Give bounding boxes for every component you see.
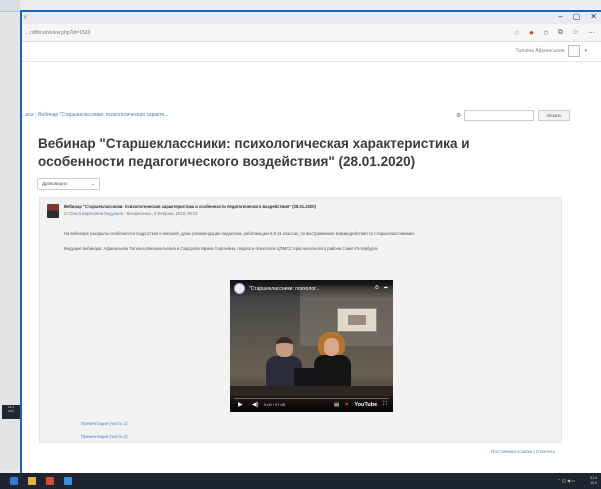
author-link[interactable]: Ольга Борисовна Кедулина xyxy=(69,211,123,216)
url-text[interactable]: ...rd/forum/view.php?id=1520 xyxy=(26,30,90,36)
profile-icon[interactable]: ☺ xyxy=(572,29,579,36)
search-button[interactable]: Искать xyxy=(538,110,571,121)
author-avatar[interactable] xyxy=(47,204,59,218)
post-actions: Постоянная ссылка | Ответить xyxy=(491,449,555,454)
forum-post: Вебинар "Старшеклассники: психологическа… xyxy=(39,197,562,454)
volume-icon[interactable]: ◀) xyxy=(252,401,259,408)
bookmark-icon[interactable]: ✩ xyxy=(543,29,549,37)
display-mode-value: Древовидно xyxy=(42,181,68,186)
user-name[interactable]: Татьяна Афанасьева xyxy=(515,48,564,54)
address-bar[interactable]: ...rd/forum/view.php?id=1520 ☆ ● ✩ ⧉ ☺ ⋯ xyxy=(22,24,601,42)
gear-icon[interactable]: ⚙ xyxy=(456,112,461,119)
youtube-logo[interactable]: YouTube xyxy=(354,402,377,408)
wall-picture xyxy=(337,308,377,332)
video-controls: ▶ ◀) 0:00 / 57:08 ▤ ♥ YouTube ⛶ xyxy=(230,396,393,412)
share-icon[interactable]: ➦ xyxy=(384,285,388,291)
post-paragraph: На вебинаре раскрыты особенности подрост… xyxy=(64,231,415,236)
star-icon[interactable]: ☆ xyxy=(514,29,520,37)
reply-link[interactable]: Ответить xyxy=(536,449,555,454)
menu-icon[interactable]: ⋯ xyxy=(588,29,595,37)
watch-later-icon[interactable]: ⏱ xyxy=(375,285,379,291)
background-clock: 21:4 10.0 xyxy=(2,405,20,419)
video-top-buttons: ⏱ ➦ xyxy=(375,285,388,291)
avatar[interactable] xyxy=(568,45,581,57)
video-title-bar: "Старшеклассники: психолог... ⏱ ➦ xyxy=(230,280,393,298)
forum-search: ⚙ Искать xyxy=(456,110,571,121)
play-icon[interactable]: ▶ xyxy=(238,401,243,408)
maximize-button[interactable]: ▢ xyxy=(573,12,581,21)
subtitles-icon[interactable]: ▤ xyxy=(334,402,339,408)
channel-avatar[interactable] xyxy=(234,283,245,294)
chevron-down-icon[interactable]: ▾ xyxy=(584,48,587,54)
video-right-controls: ▤ ♥ YouTube ⛶ xyxy=(334,401,387,408)
permalink-link[interactable]: Постоянная ссылка xyxy=(491,449,532,454)
taskbar-clock[interactable]: 21:4 10.0 xyxy=(590,476,597,486)
chevron-down-icon: ⌄ xyxy=(90,181,95,187)
display-mode-select[interactable]: Древовидно ⌄ xyxy=(37,178,100,190)
collections-icon[interactable]: ⧉ xyxy=(558,29,563,37)
window-controls: – ▢ ✕ xyxy=(558,12,597,21)
close-button[interactable]: ✕ xyxy=(590,12,597,21)
author-prefix: от xyxy=(64,211,69,216)
start-icon[interactable] xyxy=(10,477,18,485)
background-window-edge xyxy=(0,0,20,12)
site-user-bar: Татьяна Афанасьева ▾ xyxy=(22,42,601,62)
post-subject: Вебинар "Старшеклассники: психологическа… xyxy=(64,204,316,209)
video-time: 0:00 / 57:08 xyxy=(264,402,286,407)
user-menu[interactable]: Татьяна Афанасьева ▾ xyxy=(515,45,587,57)
page-title: Вебинар "Старшеклассники: психологическа… xyxy=(38,136,470,169)
browser-window: ‹ – ▢ ✕ ...rd/forum/view.php?id=1520 ☆ ●… xyxy=(20,10,601,473)
fullscreen-icon[interactable]: ⛶ xyxy=(383,401,387,408)
system-tray[interactable]: ⌃ ◱ ◀ ▭ xyxy=(558,478,575,483)
breadcrumb[interactable]: ...кса › Вебинар "Старшеклассники: психо… xyxy=(22,112,169,118)
video-frame xyxy=(230,280,393,412)
explorer-icon[interactable] xyxy=(28,477,36,485)
desktop-background: 21:4 10.0 xyxy=(0,0,20,470)
browser-taskbar-icon[interactable] xyxy=(64,477,72,485)
heart-icon[interactable]: ♥ xyxy=(345,402,348,408)
title-bar: ‹ – ▢ ✕ xyxy=(22,12,601,24)
post-byline: от Ольга Борисовна Кедулина - Воскресень… xyxy=(64,211,198,216)
post-date: Воскресенье, 9 Февраль 2020, 08:24 xyxy=(126,211,198,216)
app-icon[interactable] xyxy=(46,477,54,485)
browser-toolbar: ☆ ● ✩ ⧉ ☺ ⋯ xyxy=(514,28,595,37)
video-player[interactable]: "Старшеклассники: психолог... ⏱ ➦ ▶ ◀) 0… xyxy=(230,280,393,412)
post-paragraph: Ведущие вебинара: Афанасьева Татьяна Инн… xyxy=(64,246,378,251)
taskbar: ⌃ ◱ ◀ ▭ 21:4 10.0 xyxy=(0,473,601,489)
extension-icon[interactable]: ● xyxy=(529,28,534,37)
minimize-button[interactable]: – xyxy=(558,12,562,21)
tab-back-icon[interactable]: ‹ xyxy=(24,12,27,21)
laptop xyxy=(294,368,330,388)
video-progress-bar[interactable] xyxy=(234,398,389,399)
search-input[interactable] xyxy=(464,110,535,121)
attachment-link[interactable]: Презентация (часть 2) xyxy=(81,434,128,439)
attachment-link[interactable]: Презентация (часть 1) xyxy=(81,421,128,426)
video-title[interactable]: "Старшеклассники: психолог... xyxy=(249,286,319,292)
